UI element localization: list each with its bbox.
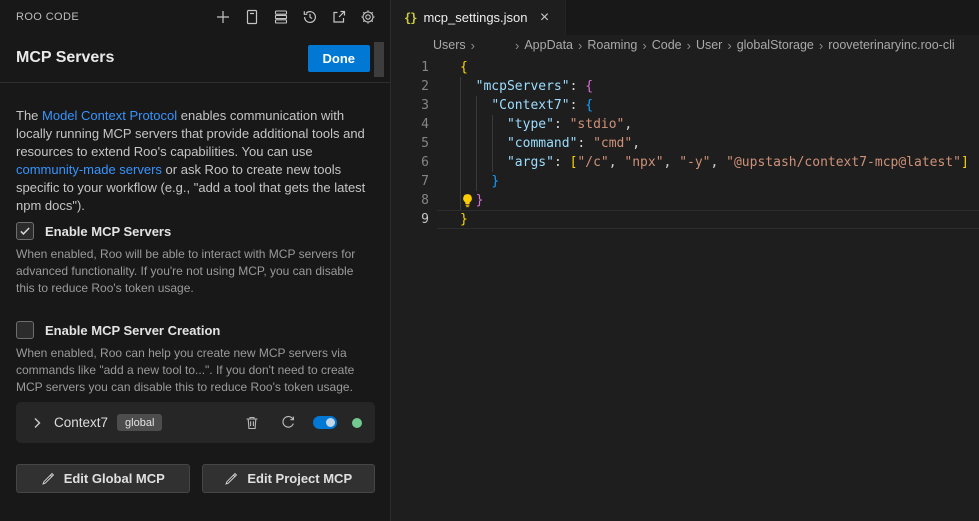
breadcrumb-item[interactable]: AppData — [524, 38, 573, 52]
enable-mcp-creation-checkbox[interactable] — [16, 321, 34, 339]
code-line[interactable]: 4 "type": "stdio", — [392, 115, 979, 134]
open-external-icon[interactable] — [329, 7, 349, 27]
code-text: { — [429, 58, 468, 77]
footer-buttons: Edit Global MCP Edit Project MCP — [16, 464, 375, 493]
line-number: 6 — [392, 153, 429, 172]
code-text: "type": "stdio", — [429, 115, 632, 134]
enable-mcp-servers-label: Enable MCP Servers — [45, 224, 171, 239]
history-icon[interactable] — [300, 7, 320, 27]
editor-pane: {} mcp_settings.json × Users › › AppData › Ro… — [392, 0, 979, 521]
intro-paragraph: The Model Context Protocol enables commu… — [16, 107, 375, 215]
panel-header-actions — [213, 7, 378, 27]
code-line[interactable]: 2 "mcpServers": { — [392, 77, 979, 96]
line-number: 8 — [392, 191, 429, 210]
breadcrumb-item[interactable]: Roaming — [587, 38, 637, 52]
page-header: MCP Servers Done — [0, 34, 390, 83]
server-name: Context7 — [54, 415, 108, 430]
breadcrumb: Users › › AppData › Roaming › Code › User › globalS… — [392, 35, 979, 55]
tab-close-icon[interactable]: × — [537, 10, 553, 26]
panel-body: The Model Context Protocol enables commu… — [0, 107, 390, 493]
server-status-dot — [352, 418, 362, 428]
roo-code-panel: ROO CODE — [0, 0, 391, 521]
editor-tab-bar: {} mcp_settings.json × — [392, 0, 979, 35]
code-text: "command": "cmd", — [429, 134, 640, 153]
line-number: 2 — [392, 77, 429, 96]
breadcrumb-separator: › — [578, 38, 582, 53]
breadcrumb-separator: › — [727, 38, 731, 53]
edit-global-mcp-button[interactable]: Edit Global MCP — [16, 464, 190, 493]
code-line[interactable]: 6 "args": ["/c", "npx", "-y", "@upstash/… — [392, 153, 979, 172]
chevron-right-icon[interactable] — [29, 415, 45, 431]
server-enabled-toggle[interactable] — [313, 416, 337, 429]
panel-title: ROO CODE — [16, 11, 79, 23]
code-line[interactable]: 3 "Context7": { — [392, 96, 979, 115]
code-line[interactable]: 7 } — [392, 172, 979, 191]
line-number: 7 — [392, 172, 429, 191]
breadcrumb-item[interactable]: User — [696, 38, 722, 52]
notepad-icon[interactable] — [242, 7, 262, 27]
breadcrumb-separator: › — [642, 38, 646, 53]
lightbulb-icon[interactable] — [460, 193, 475, 208]
settings-gear-icon[interactable] — [358, 7, 378, 27]
enable-mcp-creation-row[interactable]: Enable MCP Server Creation — [16, 321, 375, 339]
code-text: "mcpServers": { — [429, 77, 593, 96]
line-number: 5 — [392, 134, 429, 153]
breadcrumb-separator: › — [819, 38, 823, 53]
breadcrumb-separator: › — [515, 38, 519, 53]
page-title: MCP Servers — [16, 49, 114, 67]
code-lines: 1{2 "mcpServers": {3 "Context7": {4 "typ… — [392, 55, 979, 229]
line-number: 4 — [392, 115, 429, 134]
server-scope-badge: global — [117, 414, 162, 431]
code-line[interactable]: 5 "command": "cmd", — [392, 134, 979, 153]
line-number: 3 — [392, 96, 429, 115]
done-button[interactable]: Done — [308, 45, 371, 72]
code-text: "Context7": { — [429, 96, 593, 115]
edit-project-mcp-button[interactable]: Edit Project MCP — [202, 464, 376, 493]
enable-mcp-creation-description: When enabled, Roo can help you create ne… — [16, 345, 375, 396]
breadcrumb-item[interactable]: Users — [433, 38, 466, 52]
vscode-window: ROO CODE — [0, 0, 979, 521]
line-number: 1 — [392, 58, 429, 77]
breadcrumb-item[interactable]: Code — [652, 38, 682, 52]
panel-header: ROO CODE — [0, 0, 390, 34]
tab-mcp-settings-json[interactable]: {} mcp_settings.json × — [392, 0, 566, 35]
json-file-icon: {} — [404, 11, 416, 25]
code-text: "args": ["/c", "npx", "-y", "@upstash/co… — [429, 153, 969, 172]
pencil-icon — [224, 472, 238, 486]
breadcrumb-item[interactable]: rooveterinaryinc.roo-cli — [828, 38, 954, 52]
code-text: } — [429, 172, 499, 191]
line-number: 9 — [392, 210, 429, 229]
code-text: } — [429, 191, 483, 210]
text-link[interactable]: Model Context Protocol — [42, 108, 177, 123]
code-text: } — [429, 210, 468, 229]
text-link[interactable]: community-made servers — [16, 162, 162, 177]
check-icon — [19, 225, 31, 237]
enable-mcp-creation-label: Enable MCP Server Creation — [45, 323, 220, 338]
breadcrumb-item[interactable]: globalStorage — [737, 38, 814, 52]
enable-mcp-servers-row[interactable]: Enable MCP Servers — [16, 222, 375, 240]
code-line[interactable]: 1{ — [392, 58, 979, 77]
trash-icon[interactable] — [244, 415, 260, 431]
edit-global-mcp-label: Edit Global MCP — [64, 471, 165, 486]
enable-mcp-servers-description: When enabled, Roo will be able to intera… — [16, 246, 375, 297]
breadcrumb-separator: › — [687, 38, 691, 53]
tab-filename: mcp_settings.json — [423, 10, 527, 25]
plus-icon[interactable] — [213, 7, 233, 27]
edit-project-mcp-label: Edit Project MCP — [247, 471, 352, 486]
scrollbar-thumb[interactable] — [374, 42, 384, 77]
breadcrumb-separator: › — [471, 38, 475, 53]
code-line[interactable]: 9} — [392, 210, 979, 229]
mcp-server-row-context7[interactable]: Context7 global — [16, 402, 375, 443]
intro-text: The — [16, 108, 42, 123]
refresh-icon[interactable] — [280, 415, 296, 431]
code-line[interactable]: 8 } — [392, 191, 979, 210]
mcp-servers-icon[interactable] — [271, 7, 291, 27]
enable-mcp-servers-checkbox[interactable] — [16, 222, 34, 240]
toggle-knob — [326, 418, 335, 427]
code-editor[interactable]: 1{2 "mcpServers": {3 "Context7": {4 "typ… — [392, 55, 979, 521]
pencil-icon — [41, 472, 55, 486]
